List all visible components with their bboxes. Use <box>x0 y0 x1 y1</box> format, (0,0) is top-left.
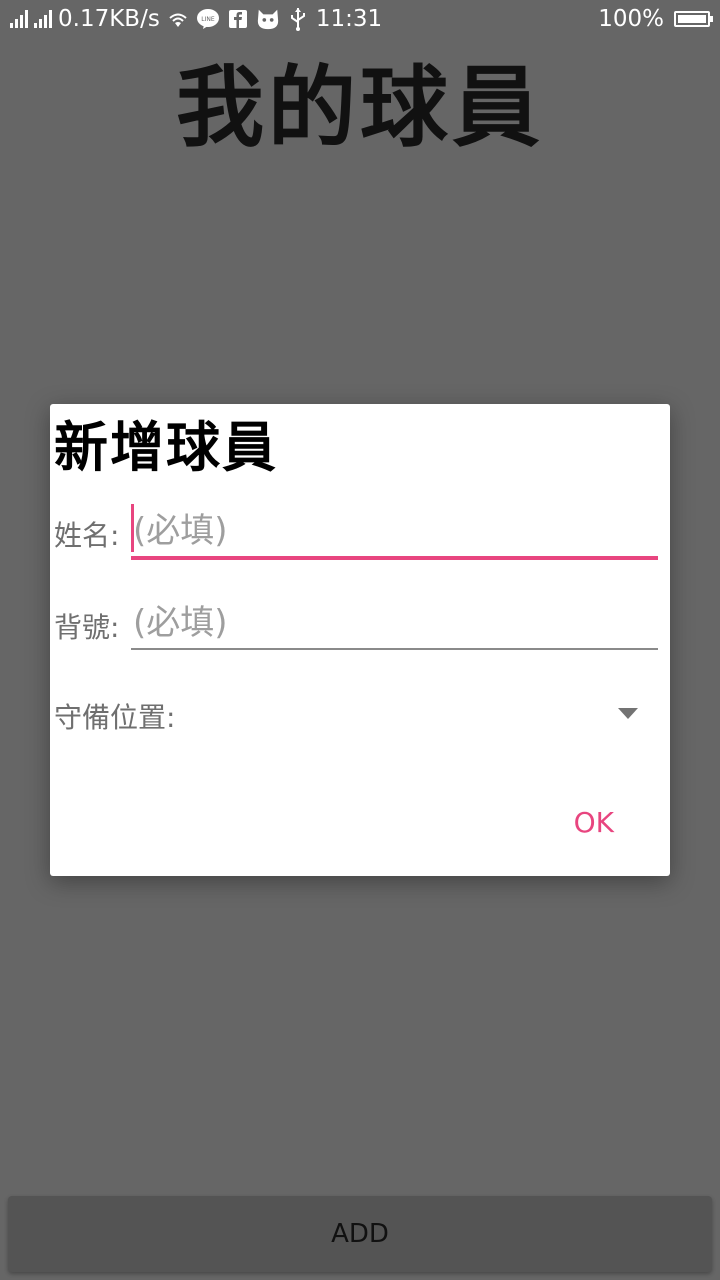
usb-icon <box>286 7 310 31</box>
dropdown-arrow-icon[interactable] <box>618 708 638 719</box>
status-left: 0.17KB/s LINE 11:31 <box>10 0 382 38</box>
facebook-icon <box>226 7 250 31</box>
clock: 11:31 <box>315 6 383 32</box>
position-label: 守備位置: <box>54 701 176 734</box>
add-player-dialog: 新增球員 姓名: 背號: 守備位置: OK <box>50 404 670 876</box>
signal-icon <box>10 10 28 28</box>
number-input[interactable] <box>131 600 658 646</box>
signal-icon <box>34 10 52 28</box>
add-button[interactable]: ADD <box>8 1196 712 1272</box>
line-icon: LINE <box>196 7 220 31</box>
dialog-title: 新增球員 <box>54 415 278 479</box>
ok-button[interactable]: OK <box>564 800 624 844</box>
status-bar: 0.17KB/s LINE 11:31 100% <box>0 0 720 38</box>
number-input-underline <box>131 648 658 650</box>
name-input[interactable] <box>131 508 658 554</box>
status-right: 100% <box>598 0 713 38</box>
name-label: 姓名: <box>54 519 120 552</box>
battery-icon <box>674 11 713 27</box>
net-speed: 0.17KB/s <box>58 6 160 32</box>
battery-percent: 100% <box>598 6 664 32</box>
app-title: 我的球員 <box>175 55 544 159</box>
name-input-underline <box>131 556 658 560</box>
position-spinner[interactable]: 守備位置: <box>54 694 642 738</box>
text-cursor <box>131 504 134 552</box>
cat-app-icon <box>256 7 280 31</box>
svg-text:LINE: LINE <box>201 16 215 23</box>
number-label: 背號: <box>54 611 120 644</box>
wifi-icon <box>166 7 190 31</box>
